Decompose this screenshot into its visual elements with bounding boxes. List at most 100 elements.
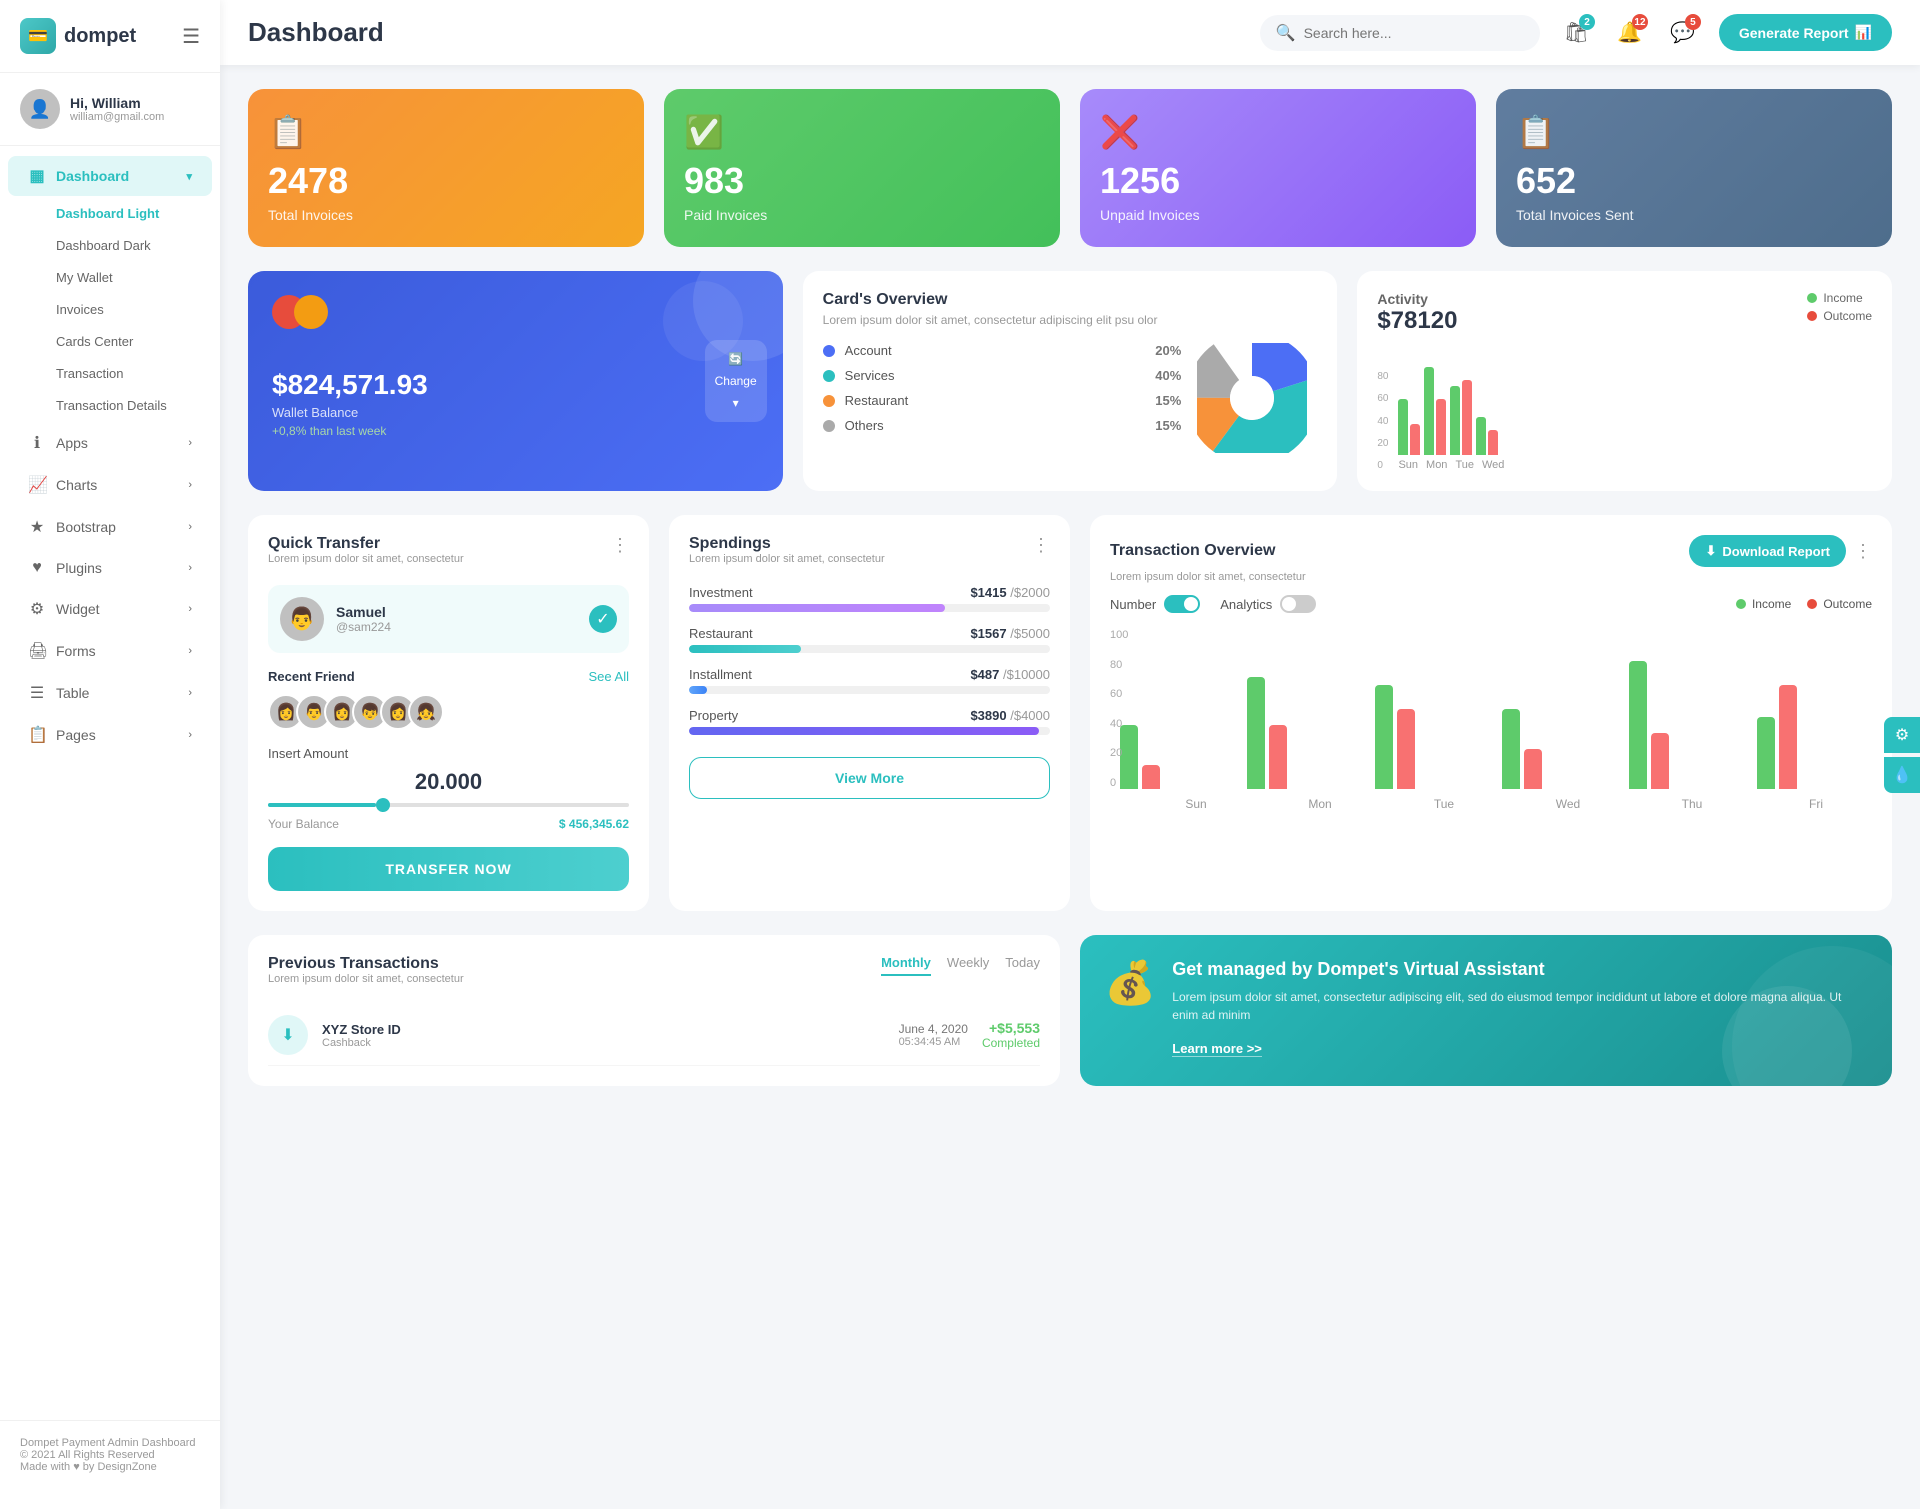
spending-property-fill: [689, 727, 1039, 735]
transfer-now-button[interactable]: TRANSFER NOW: [268, 847, 629, 891]
sidebar-item-forms[interactable]: 🖨 Forms ›: [8, 631, 212, 671]
tx-income-label: Income: [1752, 597, 1791, 611]
number-toggle[interactable]: [1164, 595, 1200, 613]
bottom-row: Previous Transactions Lorem ipsum dolor …: [248, 935, 1892, 1086]
tx-more-btn[interactable]: ⋮: [1854, 541, 1872, 562]
amount-slider[interactable]: [268, 803, 629, 807]
search-icon: 🔍: [1276, 23, 1296, 43]
bar-wed-outcome: [1488, 430, 1498, 455]
stat-label-unpaid: Unpaid Invoices: [1100, 207, 1456, 223]
download-report-button[interactable]: ⬇ Download Report: [1689, 535, 1846, 567]
bell-icon-btn[interactable]: 🔔 12: [1609, 12, 1650, 53]
sidebar-sub-invoices[interactable]: Invoices: [8, 294, 212, 325]
tx-bar-day-labels: Sun Mon Tue Wed Thu Fri: [1110, 797, 1872, 811]
message-icon-btn[interactable]: 💬 5: [1662, 12, 1703, 53]
analytics-toggle[interactable]: [1280, 595, 1316, 613]
chevron-right-icon-table: ›: [188, 687, 192, 699]
page-title: Dashboard: [248, 17, 1244, 48]
spendings-title: Spendings: [689, 535, 885, 553]
tx-row-amount: +$5,553: [982, 1020, 1040, 1036]
sidebar-navigation: ▦ Dashboard ▾ Dashboard Light Dashboard …: [0, 146, 220, 1412]
chevron-right-icon-widget: ›: [188, 603, 192, 615]
previous-transactions-card: Previous Transactions Lorem ipsum dolor …: [248, 935, 1060, 1086]
sidebar-sub-dashboard-light[interactable]: Dashboard Light: [8, 198, 212, 229]
see-all-link[interactable]: See All: [589, 669, 629, 684]
tx-bar-mon-income: [1247, 677, 1265, 789]
water-drop-panel-button[interactable]: 💧: [1884, 757, 1920, 793]
stats-grid: 📋 2478 Total Invoices ✅ 983 Paid Invoice…: [248, 89, 1892, 247]
chevron-right-icon-forms: ›: [188, 645, 192, 657]
sidebar-item-plugins[interactable]: ♥ Plugins ›: [8, 549, 212, 587]
view-more-button[interactable]: View More: [689, 757, 1050, 799]
account-label: Account: [845, 343, 1146, 358]
bar-group-tue: [1450, 380, 1472, 455]
tx-legend: Income Outcome: [1736, 597, 1872, 611]
sidebar-item-dashboard[interactable]: ▦ Dashboard ▾: [8, 156, 212, 196]
generate-report-button[interactable]: Generate Report 📊: [1719, 14, 1892, 51]
spending-investment-fill: [689, 604, 945, 612]
overview-item-others: Others 15%: [823, 418, 1182, 433]
sidebar-sub-transaction-details[interactable]: Transaction Details: [8, 390, 212, 421]
sidebar-sub-my-wallet[interactable]: My Wallet: [8, 262, 212, 293]
tx-header: Transaction Overview ⬇ Download Report ⋮: [1110, 535, 1872, 567]
stat-label-total: Total Invoices: [268, 207, 624, 223]
settings-panel-button[interactable]: ⚙: [1884, 717, 1920, 753]
sidebar-item-bootstrap[interactable]: ★ Bootstrap ›: [8, 507, 212, 547]
tx-bar-sun-outcome: [1142, 765, 1160, 789]
friend-avatar-6[interactable]: 👧: [408, 694, 444, 730]
prev-tx-tabs: Monthly Weekly Today: [881, 955, 1040, 976]
promo-learn-more-link[interactable]: Learn more >>: [1172, 1041, 1262, 1057]
spendings-more-btn[interactable]: ⋮: [1032, 535, 1050, 556]
income-dot: [1807, 293, 1817, 303]
search-input[interactable]: [1304, 25, 1504, 41]
change-label: Change: [715, 374, 757, 388]
label-sun: Sun: [1398, 459, 1418, 471]
change-button[interactable]: 🔄 Change ▾: [705, 340, 767, 422]
user-info: Hi, William william@gmail.com: [70, 95, 164, 123]
wallet-card: $824,571.93 Wallet Balance +0,8% than la…: [248, 271, 783, 491]
sidebar-item-widget[interactable]: ⚙ Widget ›: [8, 589, 212, 629]
chevron-down-icon-change: ▾: [733, 396, 739, 410]
slider-thumb: [376, 798, 390, 812]
balance-label: Your Balance: [268, 817, 339, 831]
tab-monthly[interactable]: Monthly: [881, 955, 931, 976]
account-pct: 20%: [1155, 343, 1181, 358]
tx-label-wed: Wed: [1512, 797, 1624, 811]
second-row: Quick Transfer Lorem ipsum dolor sit ame…: [248, 515, 1892, 911]
contact-card[interactable]: 👨 Samuel @sam224 ✓: [268, 585, 629, 653]
sidebar-item-table[interactable]: ☰ Table ›: [8, 673, 212, 713]
transfer-more-btn[interactable]: ⋮: [611, 535, 629, 556]
chart-with-y-axis: 100 80 60 40 20 0: [1110, 629, 1872, 789]
sidebar-item-apps[interactable]: ℹ Apps ›: [8, 423, 212, 463]
sidebar-item-pages[interactable]: 📋 Pages ›: [8, 715, 212, 755]
sidebar-sub-dashboard-dark[interactable]: Dashboard Dark: [8, 230, 212, 261]
sidebar-item-label-bootstrap: Bootstrap: [56, 519, 116, 535]
sidebar-sub-cards-center[interactable]: Cards Center: [8, 326, 212, 357]
overview-subtitle: Lorem ipsum dolor sit amet, consectetur …: [823, 313, 1318, 327]
sidebar-sub-transaction[interactable]: Transaction: [8, 358, 212, 389]
cart-icon-btn[interactable]: 🛍 2: [1556, 12, 1597, 53]
spending-installment-label: Installment: [689, 667, 752, 682]
tab-weekly[interactable]: Weekly: [947, 955, 989, 976]
plugins-icon: ♥: [28, 559, 46, 577]
tab-today[interactable]: Today: [1005, 955, 1040, 976]
sidebar-item-charts[interactable]: 📈 Charts ›: [8, 465, 212, 505]
main-area: Dashboard 🔍 🛍 2 🔔 12 💬 5 Generate Report…: [220, 0, 1920, 1509]
tx-bar-fri: [1757, 685, 1872, 789]
activity-bar-chart: [1398, 355, 1872, 455]
bar-sun-outcome: [1410, 424, 1420, 455]
bootstrap-icon: ★: [28, 517, 46, 537]
transaction-bar-chart: 100 80 60 40 20 0: [1110, 629, 1872, 811]
bar-group-sun: [1398, 399, 1420, 455]
balance-row: Your Balance $ 456,345.62: [268, 817, 629, 831]
sidebar: 💳 dompet ☰ 👤 Hi, William william@gmail.c…: [0, 0, 220, 1509]
chevron-right-icon-plugins: ›: [188, 562, 192, 574]
table-row: ⬇ XYZ Store ID Cashback June 4, 2020 05:…: [268, 1005, 1040, 1066]
spending-installment: Installment $487 /$10000: [689, 667, 1050, 694]
spending-property-bar: [689, 727, 1050, 735]
label-mon: Mon: [1426, 459, 1447, 471]
sidebar-item-label-dashboard: Dashboard: [56, 168, 129, 184]
tx-bar-wed-income: [1502, 709, 1520, 789]
menu-toggle[interactable]: ☰: [182, 24, 200, 49]
search-box[interactable]: 🔍: [1260, 15, 1540, 51]
